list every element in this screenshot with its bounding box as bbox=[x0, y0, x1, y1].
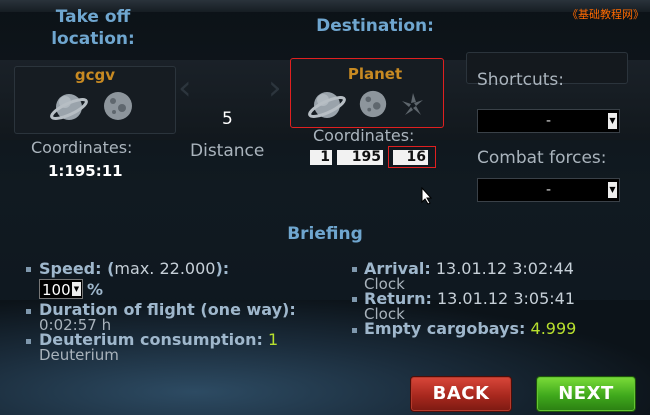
deuterium-unit: Deuterium bbox=[39, 346, 119, 364]
origin-heading: Take off location: bbox=[28, 6, 158, 50]
shortcuts-label: Shortcuts: bbox=[477, 70, 564, 90]
chevron-down-icon[interactable]: ▼ bbox=[608, 113, 617, 129]
cargo-label: Empty cargobays: bbox=[364, 319, 526, 338]
position-input[interactable] bbox=[393, 150, 428, 165]
cargo-row: Empty cargobays: 4.999 bbox=[364, 319, 576, 338]
cargo-value: 4.999 bbox=[530, 319, 577, 338]
arrival-value: 13.01.12 3:02:44 bbox=[435, 259, 574, 278]
arrow-right-icon: › bbox=[268, 68, 282, 108]
combat-forces-label: Combat forces: bbox=[477, 148, 607, 168]
origin-heading-line1: Take off bbox=[55, 7, 131, 27]
distance-value: 5 bbox=[222, 109, 233, 129]
origin-planet-box: gcgv bbox=[14, 66, 176, 134]
chevron-down-icon[interactable]: ▼ bbox=[72, 282, 81, 296]
speed-value: 100 bbox=[42, 281, 71, 299]
moon-icon[interactable] bbox=[357, 88, 389, 120]
speed-row: Speed: (max. 22.000): bbox=[39, 259, 229, 278]
destination-heading: Destination: bbox=[316, 16, 434, 36]
arrow-left-icon: ‹ bbox=[178, 68, 192, 108]
bullet bbox=[352, 267, 357, 272]
bullet bbox=[26, 267, 31, 272]
bullet bbox=[352, 328, 357, 333]
bullet bbox=[26, 339, 31, 344]
destination-planet-name: Planet bbox=[347, 65, 403, 83]
origin-coords-label: Coordinates: bbox=[31, 138, 133, 157]
debris-field-icon[interactable] bbox=[399, 91, 427, 119]
shortcuts-selected: - bbox=[545, 113, 552, 129]
origin-coords-value: 1:195:11 bbox=[48, 162, 123, 180]
combat-forces-selected: - bbox=[545, 182, 552, 198]
galaxy-input[interactable] bbox=[310, 150, 332, 165]
speed-label: Speed: ( bbox=[39, 259, 115, 278]
mouse-cursor-icon bbox=[421, 187, 433, 205]
combat-forces-select[interactable]: - ▼ bbox=[477, 178, 620, 202]
back-button[interactable]: BACK bbox=[410, 376, 512, 412]
speed-select[interactable]: 100 ▼ bbox=[39, 279, 83, 299]
destination-coords-label: Coordinates: bbox=[313, 126, 415, 145]
briefing-heading: Briefing bbox=[287, 224, 363, 244]
planet-icon[interactable] bbox=[307, 85, 347, 125]
origin-heading-line2: location: bbox=[51, 29, 135, 49]
speed-unit: % bbox=[87, 280, 104, 299]
moon-icon[interactable] bbox=[101, 89, 135, 123]
shortcuts-select[interactable]: - ▼ bbox=[477, 109, 620, 133]
speed-label-end: ): bbox=[215, 259, 230, 278]
deuterium-value: 1 bbox=[267, 330, 279, 349]
return-value: 13.01.12 3:05:41 bbox=[436, 289, 575, 308]
speed-max: max. 22.000 bbox=[114, 259, 216, 278]
destination-planet-box: Planet bbox=[290, 58, 444, 128]
bullet bbox=[352, 297, 357, 302]
next-button[interactable]: NEXT bbox=[536, 376, 636, 412]
system-input[interactable] bbox=[337, 150, 383, 165]
origin-planet-name: gcgv bbox=[74, 66, 116, 84]
planet-icon[interactable] bbox=[49, 87, 89, 127]
distance-label: Distance bbox=[190, 141, 265, 161]
bullet bbox=[26, 309, 31, 314]
watermark: 《基础教程网》 bbox=[567, 8, 644, 21]
chevron-down-icon[interactable]: ▼ bbox=[608, 182, 617, 198]
